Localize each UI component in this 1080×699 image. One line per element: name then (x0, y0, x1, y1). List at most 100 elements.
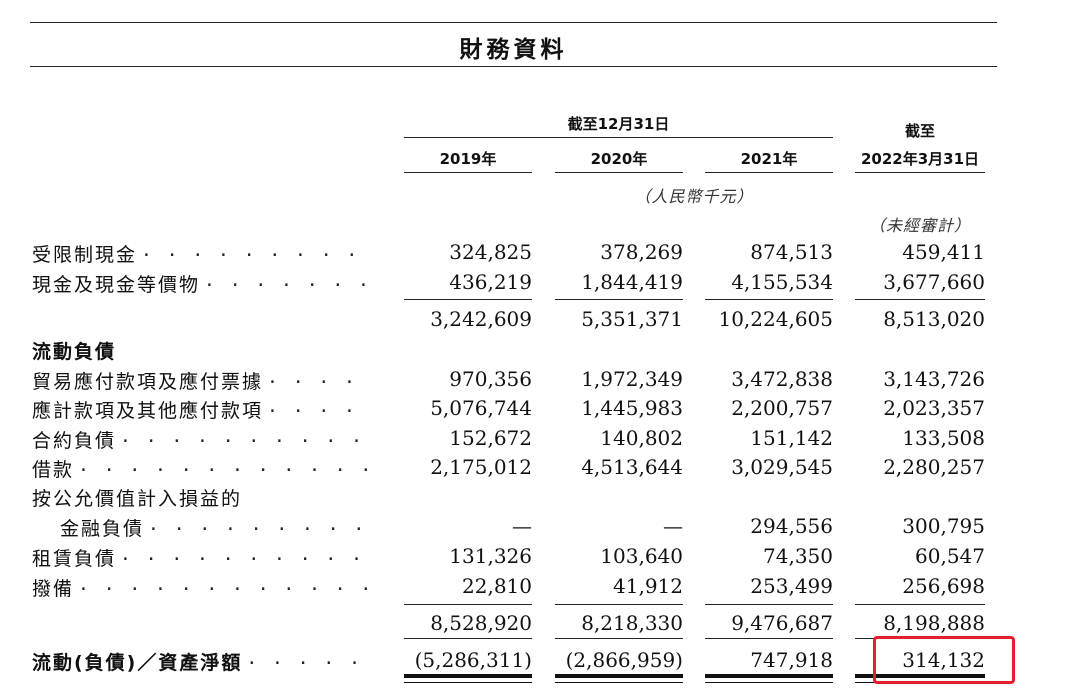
currency-note: （人民幣千元） (634, 187, 754, 206)
double-underline-thin-c2 (555, 682, 683, 683)
table-row: 應計款項及其他應付款項. . . . . 5,076,744 1,445,983 2,… (0, 396, 1080, 424)
row-leader-dots: . . . . . . . (246, 648, 372, 669)
row-label: 受限制現金 (32, 244, 138, 266)
row-label: 合約負債 (32, 430, 117, 452)
row-label: 租賃負債 (32, 548, 117, 570)
row-value-4: 300,795 (902, 514, 985, 538)
double-underline-c2 (555, 674, 683, 681)
row-value-4: 60,547 (915, 544, 985, 568)
row-value-4: 256,698 (902, 574, 985, 598)
table-row: 流動負債 (0, 337, 1080, 365)
year-underline-2021 (705, 172, 833, 173)
row-leader-dots: . . . . . . . . . . . . . . . (148, 514, 372, 535)
row-label: 撥備 (32, 578, 75, 600)
row-label: 現金及現金等價物 (32, 274, 201, 296)
table-row: 貿易應付款項及應付票據. . . . . 970,356 1,972,349 3,47… (0, 367, 1080, 395)
row-value-3: 874,513 (750, 240, 833, 264)
row-value-3: 747,918 (750, 648, 833, 672)
year-header-2020: 2020年 (590, 150, 648, 168)
subtotal-line-2-c2 (555, 604, 683, 605)
year-underline-2019 (404, 172, 532, 173)
row-value-3: 253,499 (750, 574, 833, 598)
year-header-2019: 2019年 (439, 150, 497, 168)
subtotal-line-2-c1 (404, 604, 532, 605)
row-value-4: 2,023,357 (883, 396, 985, 420)
highlight-box (873, 636, 1015, 684)
row-label: 借款 (32, 459, 75, 481)
row-value-1: 131,326 (449, 544, 532, 568)
row-value-2: 8,218,330 (581, 611, 683, 635)
title-bottom-rule (30, 66, 997, 67)
subtotal-line-1-c4 (855, 299, 985, 300)
row-value-2: 1,844,419 (581, 270, 683, 294)
row-label: 金融負債 (60, 518, 145, 540)
table-row: 3,242,609 5,351,371 10,224,605 8,513,020 (0, 307, 1080, 335)
row-value-4: 2,280,257 (883, 455, 985, 479)
row-value-2: 5,351,371 (581, 307, 683, 331)
row-value-3: 151,142 (750, 426, 833, 450)
row-value-1: 5,076,744 (430, 396, 532, 420)
row-value-3: 3,472,838 (731, 367, 833, 391)
last-col-header-top: 截至 (904, 122, 935, 140)
table-row: 受限制現金. . . . . . . . . . . . . . . . 324,… (0, 240, 1080, 268)
table-row: 撥備. . . . . . . . . . . . . . . . . . . … (0, 574, 1080, 602)
row-value-3: 3,029,545 (731, 455, 833, 479)
row-value-1: 8,528,920 (430, 611, 532, 635)
row-value-4: 8,198,888 (883, 611, 985, 635)
page-title: 財務資料 (459, 37, 568, 63)
row-value-3: 74,350 (763, 544, 833, 568)
table-row: 借款. . . . . . . . . . . . . . . . . . . … (0, 455, 1080, 483)
row-leader-dots: . . . . . (267, 396, 372, 417)
double-underline-c1 (404, 674, 532, 681)
subtotal-line-3-c1 (404, 638, 532, 639)
subtotal-line-3-c2 (555, 638, 683, 639)
subtotal-line-1-c1 (404, 299, 532, 300)
subtotal-line-3-c3 (705, 638, 833, 639)
double-underline-c3 (705, 674, 833, 681)
row-value-2: (2,866,959) (565, 648, 683, 672)
row-leader-dots: . . . . . . . . . . . . . . . . . . . . … (78, 574, 372, 595)
row-label: 按公允價值計入損益的 (32, 488, 243, 510)
row-value-2: 41,912 (613, 574, 683, 598)
last-col-header-bottom: 2022年3月31日 (860, 150, 980, 168)
row-value-4: 8,513,020 (883, 307, 985, 331)
row-value-1: 22,810 (462, 574, 532, 598)
period-group-header: 截至12月31日 (567, 115, 670, 133)
row-value-2: — (663, 514, 683, 538)
table-row: 租賃負債. . . . . . . . . . . . . . . . . 131… (0, 544, 1080, 572)
row-value-1: 436,219 (449, 270, 532, 294)
row-value-1: 2,175,012 (430, 455, 532, 479)
row-label: 流動(負債)／資產淨額 (32, 652, 243, 674)
row-value-2: 378,269 (600, 240, 683, 264)
row-leader-dots: . . . . . (267, 367, 372, 388)
year-underline-2020 (555, 172, 683, 173)
subtotal-line-1-c2 (555, 299, 683, 300)
row-value-3: 9,476,687 (731, 611, 833, 635)
year-header-2021: 2021年 (740, 150, 798, 168)
row-value-1: 970,356 (449, 367, 532, 391)
row-value-3: 294,556 (750, 514, 833, 538)
row-leader-dots: . . . . . . . . . . . . . . . . . (120, 544, 372, 565)
double-underline-thin-c3 (705, 682, 833, 683)
row-value-2: 1,972,349 (581, 367, 683, 391)
row-value-3: 2,200,757 (731, 396, 833, 420)
top-rule (30, 22, 997, 23)
table-row: 金融負債. . . . . . . . . . . . . . . — — 294,5… (0, 514, 1080, 542)
row-value-2: 1,445,983 (581, 396, 683, 420)
year-underline-2022 (855, 172, 985, 173)
row-label: 應計款項及其他應付款項 (32, 400, 264, 422)
row-value-4: 459,411 (902, 240, 985, 264)
row-leader-dots: . . . . . . . . . . . . . . . . . (120, 426, 372, 447)
row-value-1: 3,242,609 (430, 307, 532, 331)
row-value-1: — (512, 514, 532, 538)
subtotal-line-2-c4 (855, 604, 985, 605)
row-value-1: 324,825 (449, 240, 532, 264)
row-value-3: 4,155,534 (731, 270, 833, 294)
row-label: 貿易應付款項及應付票據 (32, 371, 264, 393)
row-value-2: 103,640 (600, 544, 683, 568)
subtotal-line-1-c3 (705, 299, 833, 300)
row-leader-dots: . . . . . . . . . . . . . . . . (141, 240, 372, 261)
subtotal-line-2-c3 (705, 604, 833, 605)
period-group-underline (404, 137, 833, 138)
row-value-2: 4,513,644 (581, 455, 683, 479)
